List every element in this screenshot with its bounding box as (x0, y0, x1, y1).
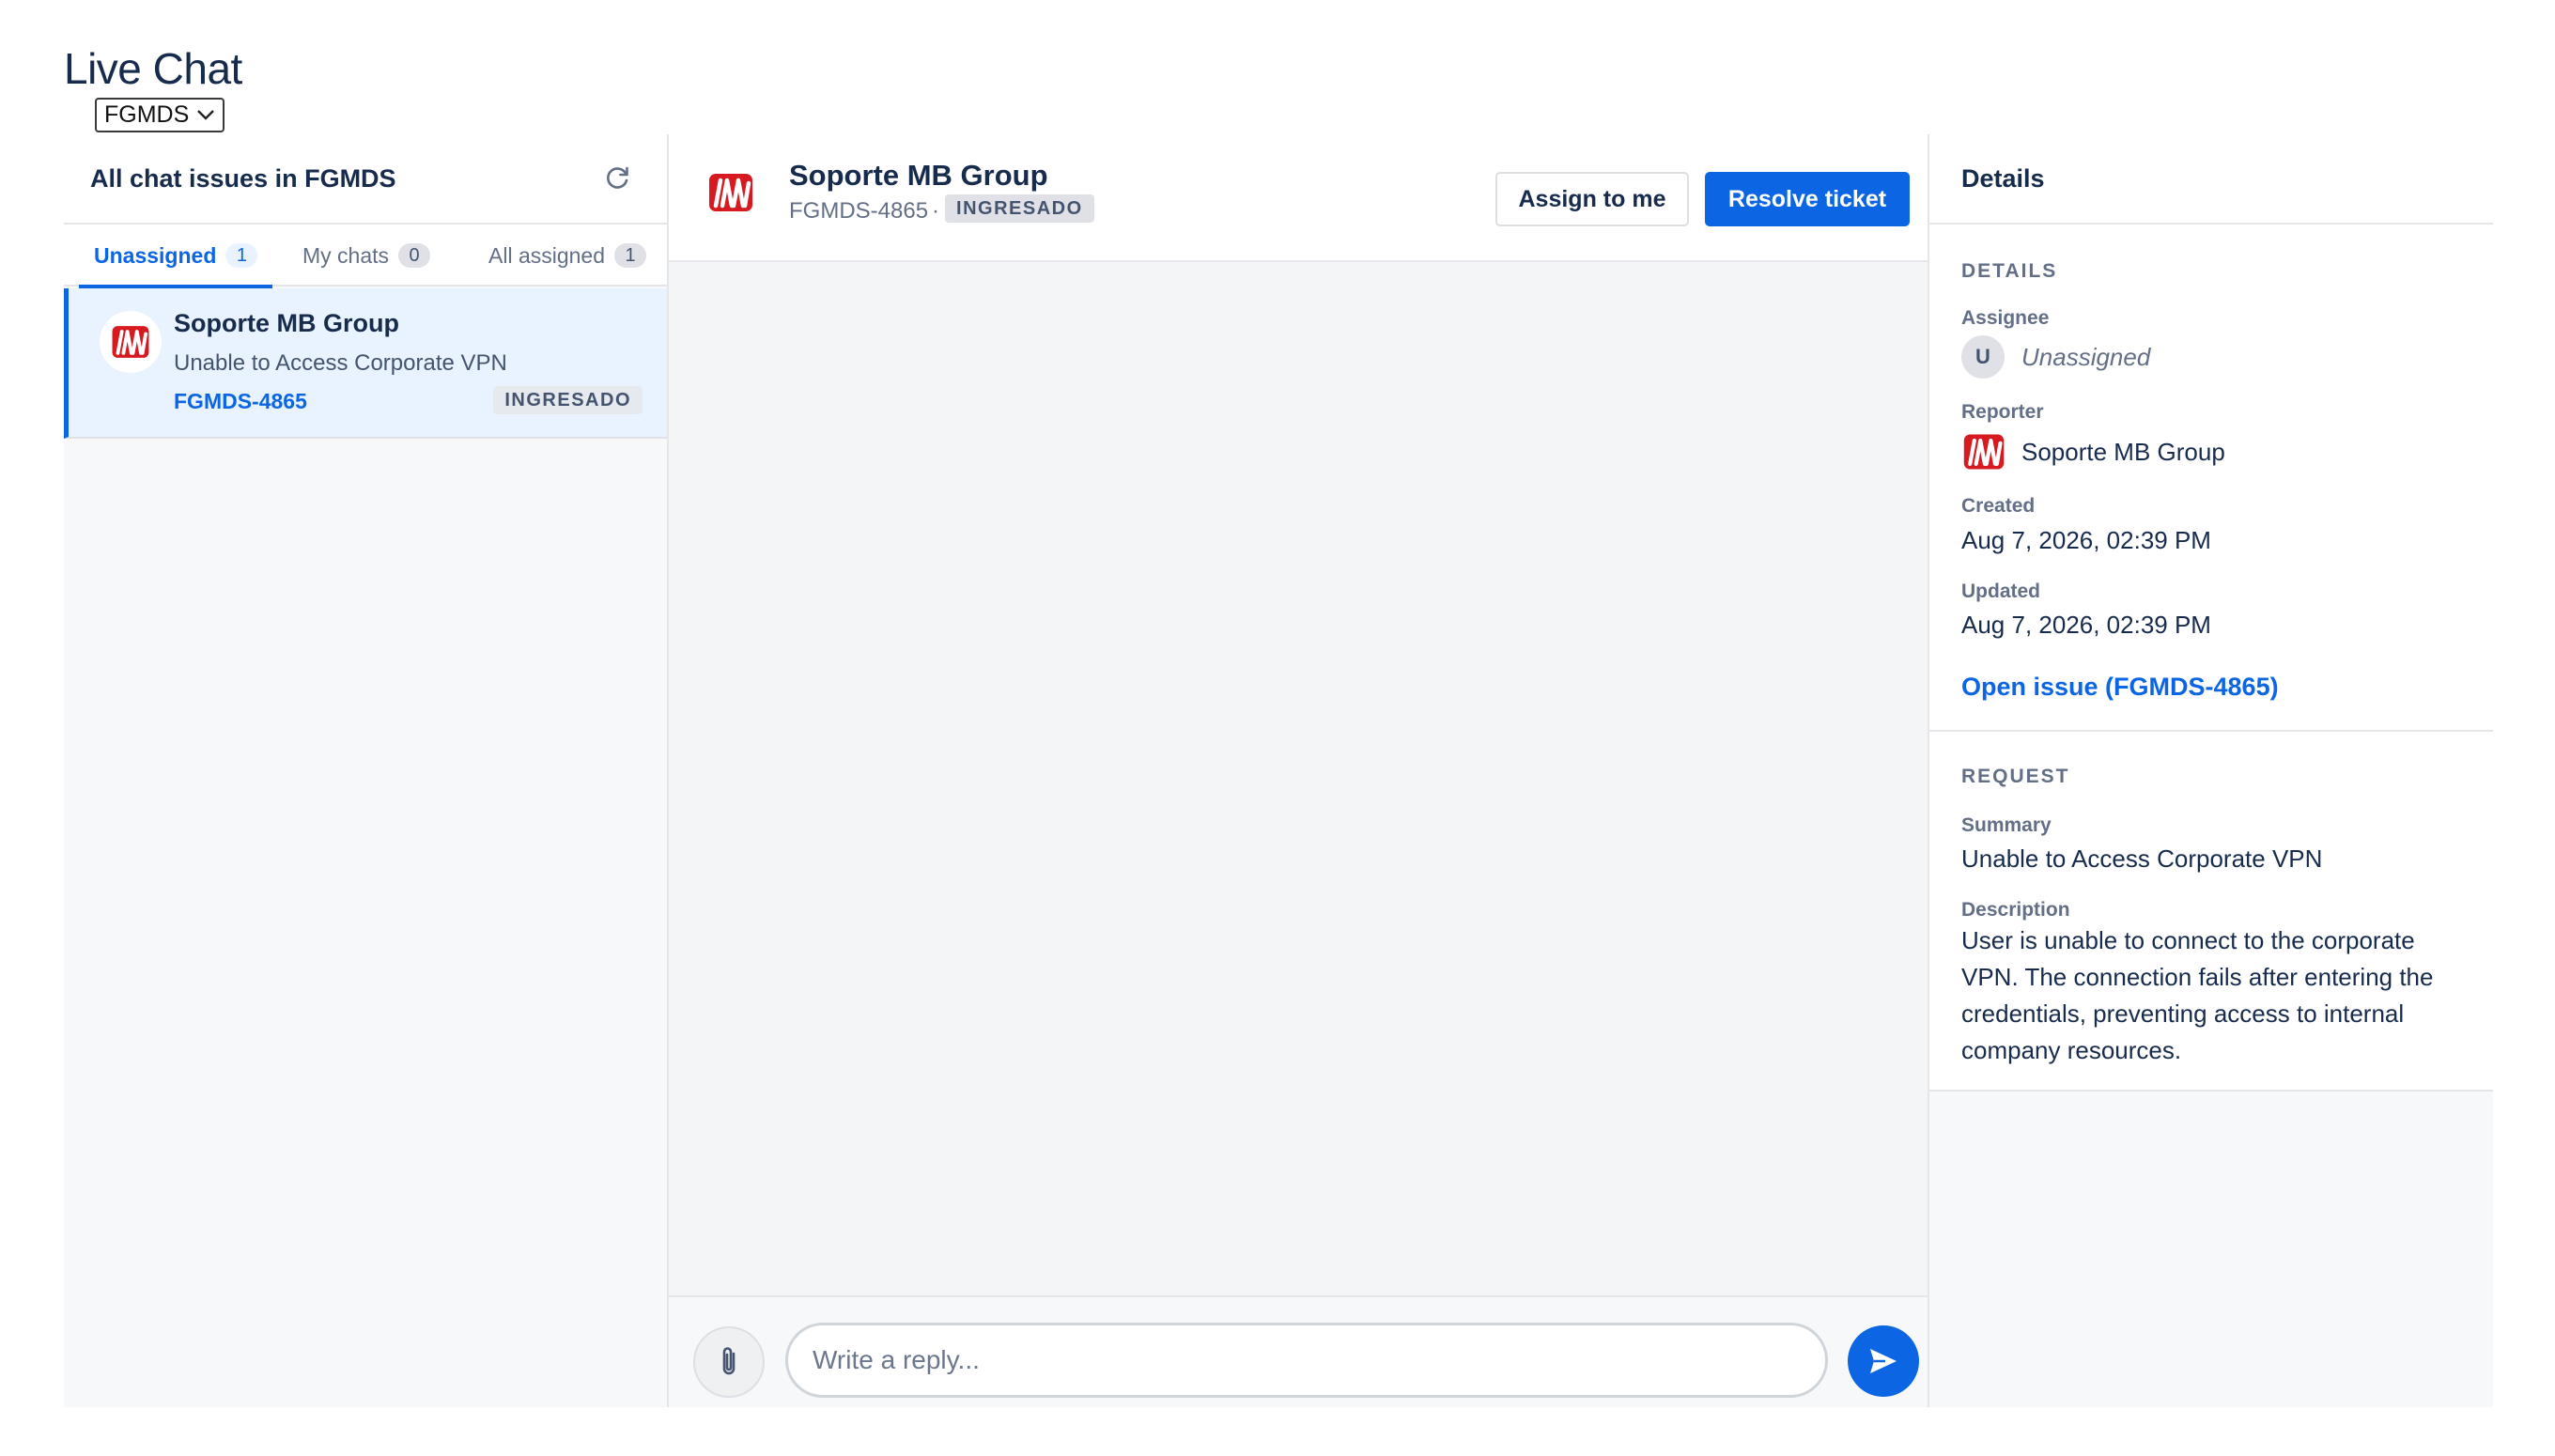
assign-to-me-button[interactable]: Assign to me (1495, 172, 1689, 226)
created-label: Created (1961, 495, 2036, 517)
chat-list-item[interactable]: Soporte MB Group Unable to Access Corpor… (64, 288, 667, 439)
conversation-subtitle: FGMDS-4865 · INGRESADO (789, 194, 1094, 225)
live-chat-page: Live Chat FGMDS All chat issues in FGMDS… (0, 0, 2555, 1456)
open-issue-link[interactable]: Open issue (FGMDS-4865) (1961, 673, 2279, 702)
resolve-ticket-button[interactable]: Resolve ticket (1705, 172, 1910, 226)
details-panel: Details DETAILS Assignee U Unassigned Re… (1929, 134, 2493, 1407)
tab-unassigned-count: 1 (225, 243, 258, 268)
details-section-heading: DETAILS (1961, 260, 2058, 282)
tab-unassigned-label: Unassigned (94, 242, 217, 268)
details-header: Details (1929, 134, 2493, 225)
tab-unassigned[interactable]: Unassigned 1 (79, 225, 273, 288)
chevron-down-icon (197, 110, 214, 120)
reply-composer (669, 1295, 1928, 1407)
assignee-field[interactable]: U Unassigned (1961, 335, 2150, 379)
tab-all-assigned-count: 1 (614, 243, 647, 268)
attach-button[interactable] (693, 1326, 765, 1398)
project-select-value: FGMDS (104, 101, 190, 128)
reporter-label: Reporter (1961, 401, 2044, 423)
conversation-key: FGMDS-4865 (789, 198, 929, 224)
mb-group-logo (1963, 434, 2005, 470)
conversation-header: Soporte MB Group FGMDS-4865 · INGRESADO … (669, 134, 1928, 262)
details-title: Details (1961, 164, 2045, 193)
description-value: User is unable to connect to the corpora… (1961, 926, 2434, 1064)
reporter-field: Soporte MB Group (1961, 429, 2225, 474)
tab-my-chats-count: 0 (398, 243, 431, 268)
chat-item-title: Soporte MB Group (174, 309, 399, 337)
tab-all-assigned[interactable]: All assigned 1 (481, 225, 654, 287)
assignee-value: Unassigned (2021, 342, 2151, 371)
summary-label: Summary (1961, 814, 2052, 836)
summary-value: Unable to Access Corporate VPN (1961, 844, 2323, 873)
status-badge: INGRESADO (945, 194, 1094, 223)
status-badge: INGRESADO (493, 386, 643, 414)
separator: · (932, 198, 940, 224)
mb-group-logo (112, 326, 149, 358)
queue-title: All chat issues in FGMDS (90, 164, 396, 193)
conversation-title: Soporte MB Group (789, 159, 1048, 192)
page-title: Live Chat (64, 44, 242, 93)
paperclip-icon (722, 1347, 736, 1375)
mb-group-logo (709, 174, 752, 211)
queue-tabs: Unassigned 1 My chats 0 All assigned 1 (64, 225, 667, 288)
project-select[interactable]: FGMDS (95, 98, 225, 132)
details-section: DETAILS Assignee U Unassigned Reporter S… (1929, 225, 2493, 732)
queue-header: All chat issues in FGMDS (64, 134, 667, 225)
send-icon (1870, 1349, 1897, 1373)
chat-queue-panel: All chat issues in FGMDS Unassigned 1 My… (64, 134, 669, 1407)
send-button[interactable] (1848, 1325, 1919, 1397)
request-section-heading: REQUEST (1961, 766, 2070, 787)
created-value: Aug 7, 2026, 02:39 PM (1961, 526, 2211, 554)
avatar (100, 311, 162, 373)
updated-value: Aug 7, 2026, 02:39 PM (1961, 611, 2211, 639)
assignee-label: Assignee (1961, 307, 2050, 329)
reply-input[interactable] (785, 1323, 1828, 1398)
updated-label: Updated (1961, 581, 2040, 602)
tab-all-assigned-label: All assigned (488, 242, 606, 268)
refresh-icon[interactable] (603, 163, 633, 193)
reporter-value: Soporte MB Group (2021, 437, 2225, 466)
avatar: U (1961, 335, 2005, 379)
tab-my-chats[interactable]: My chats 0 (295, 225, 438, 287)
message-area (669, 262, 1928, 1295)
tab-my-chats-label: My chats (302, 242, 390, 268)
conversation-panel: Soporte MB Group FGMDS-4865 · INGRESADO … (669, 134, 1929, 1407)
description-label: Description (1961, 899, 2070, 921)
request-section: REQUEST Summary Unable to Access Corpora… (1929, 732, 2493, 1092)
chat-item-summary: Unable to Access Corporate VPN (174, 350, 507, 376)
chat-item-key: FGMDS-4865 (174, 389, 307, 413)
